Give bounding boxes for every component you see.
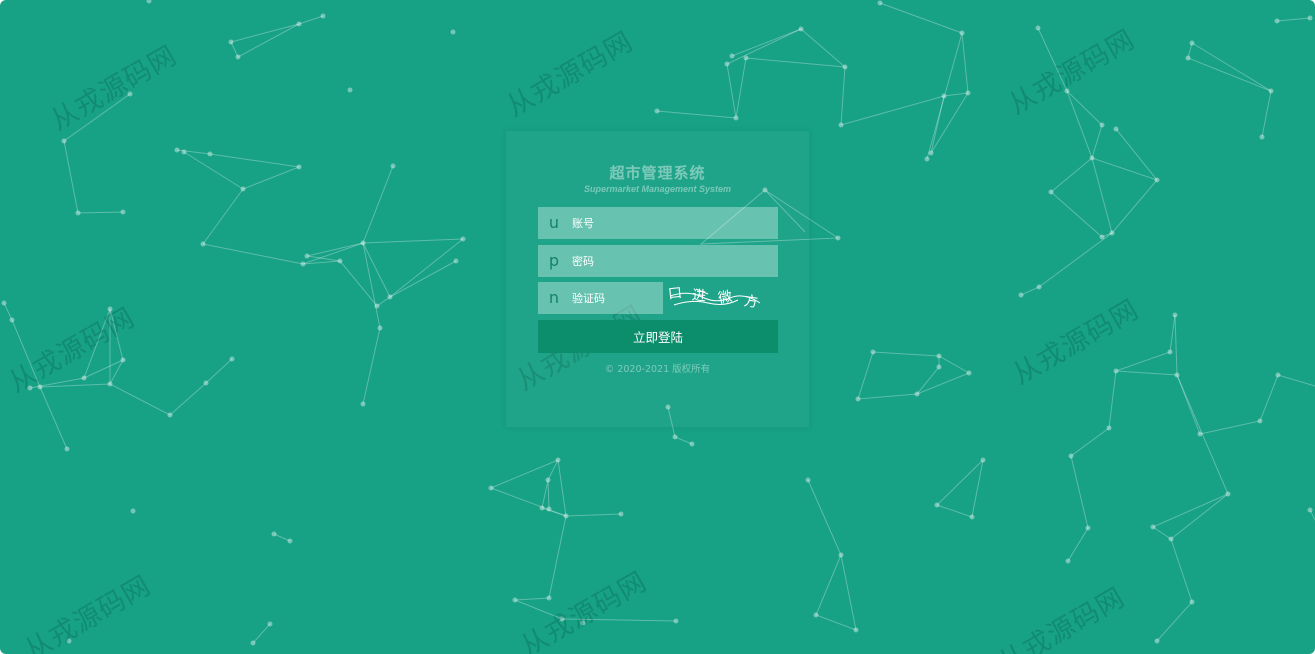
username-input[interactable] <box>572 207 772 239</box>
shield-icon: n <box>548 288 560 307</box>
captcha-image[interactable]: 口 进 微 方 <box>668 282 762 316</box>
captcha-glyphs: 口 进 微 方 <box>668 285 759 311</box>
captcha-glyph: 微 <box>717 289 734 307</box>
login-button[interactable]: 立即登陆 <box>538 320 778 353</box>
password-input[interactable] <box>572 245 772 277</box>
system-title: 超市管理系统 <box>609 164 706 182</box>
copyright-text: © 2020-2021 版权所有 <box>604 364 711 375</box>
user-icon: u <box>548 213 560 232</box>
username-field: u <box>538 207 778 239</box>
system-subtitle: Supermarket Management System <box>583 184 732 194</box>
login-card: 超市管理系统 Supermarket Management System u p… <box>506 131 809 427</box>
captcha-glyph: 方 <box>743 293 759 311</box>
password-field: p <box>538 245 778 277</box>
captcha-field: n <box>538 282 663 314</box>
login-page: 从戎源码网 从戎源码网 从戎源码网 从戎源码网 从戎源码网 从戎源码网 从戎源码… <box>0 0 1315 654</box>
captcha-input[interactable] <box>572 282 660 314</box>
lock-icon: p <box>548 251 560 270</box>
captcha-glyph: 口 <box>668 285 683 302</box>
captcha-glyph: 进 <box>691 288 706 305</box>
